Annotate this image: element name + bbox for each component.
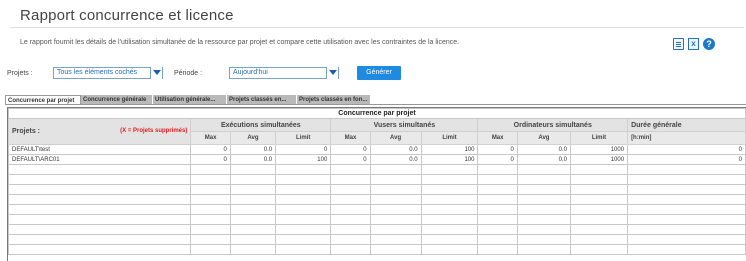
chevron-down-icon[interactable]: [326, 67, 338, 79]
sub-header: Avg: [516, 131, 571, 145]
empty-row: [8, 224, 746, 235]
cell-value: 0: [627, 144, 746, 155]
table-row[interactable]: DEFAULT\test 0 0.0 0 0 0.0 100 0 0.0 100…: [8, 144, 746, 155]
page-title: Rapport concurrence et licence: [20, 7, 234, 24]
cell-value: 0: [330, 154, 371, 165]
table-caption: Concurrence par projet: [8, 108, 746, 119]
sub-header: Limit: [569, 131, 629, 145]
cell-value: 0: [627, 154, 746, 165]
cell-value: 0.0: [369, 144, 422, 155]
deleted-projects-note: (X = Projets supprimés): [120, 128, 188, 134]
toolbar-icons: x ?: [673, 38, 715, 50]
help-icon[interactable]: ?: [703, 38, 715, 50]
cell-value: 0: [477, 154, 518, 165]
project-name: DEFAULT\test: [8, 144, 192, 155]
page-description: Le rapport fournit les détails de l'util…: [20, 39, 460, 46]
export-excel-icon[interactable]: x: [688, 38, 699, 50]
projects-select-value: Tous les éléments cochés: [57, 69, 138, 76]
sub-header: Max: [477, 131, 518, 145]
cell-value: 0: [275, 144, 332, 155]
table-row[interactable]: DEFAULT\ARC01 0 0.0 100 0 0.0 100 0 0.0 …: [8, 154, 746, 165]
group-duration-header: Durée générale: [627, 118, 746, 132]
period-select[interactable]: Aujourd'hui: [229, 67, 339, 79]
cell-value: 0.0: [229, 144, 277, 155]
sub-header: Limit: [420, 131, 479, 145]
cell-value: 0.0: [229, 154, 277, 165]
empty-row: [8, 214, 746, 225]
period-select-value: Aujourd'hui: [233, 69, 268, 76]
duration-sub-header: [h:min]: [627, 131, 746, 145]
cell-value: 0.0: [516, 144, 571, 155]
period-label: Période :: [174, 70, 203, 77]
cell-value: 100: [420, 154, 479, 165]
sub-header: Max: [330, 131, 371, 145]
export-pdf-icon[interactable]: [673, 38, 684, 50]
cell-value: 0: [477, 144, 518, 155]
tab-underline: [5, 104, 746, 105]
sub-header: Avg: [369, 131, 422, 145]
cell-value: 1000: [569, 144, 629, 155]
cell-value: 100: [420, 144, 479, 155]
sub-header: Limit: [275, 131, 332, 145]
group-executions-header: Exécutions simultanées: [190, 118, 332, 132]
generate-button[interactable]: Générer: [357, 66, 401, 80]
projects-label: Projets :: [7, 70, 33, 77]
cell-value: 0.0: [516, 154, 571, 165]
empty-row: [8, 184, 746, 195]
empty-row: [8, 164, 746, 175]
empty-row: [8, 194, 746, 205]
chevron-down-icon[interactable]: [150, 67, 162, 79]
report-grid: Concurrence par projet Projets : (X = Pr…: [7, 107, 746, 261]
empty-row: [8, 244, 746, 255]
projects-column-label: Projets :: [12, 128, 41, 135]
sub-header: Max: [190, 131, 231, 145]
projects-column-header: Projets : (X = Projets supprimés): [8, 118, 192, 145]
project-name: DEFAULT\ARC01: [8, 154, 192, 165]
empty-row: [8, 234, 746, 245]
cell-value: 0: [330, 144, 371, 155]
sub-header: Avg: [229, 131, 277, 145]
projects-select[interactable]: Tous les éléments cochés: [53, 67, 163, 79]
empty-row: [8, 174, 746, 185]
title-divider: [10, 27, 744, 28]
cell-value: 0.0: [369, 154, 422, 165]
concurrency-table: Concurrence par projet Projets : (X = Pr…: [8, 108, 746, 255]
empty-row: [8, 204, 746, 215]
cell-value: 100: [275, 154, 332, 165]
group-vusers-header: Vusers simultanés: [330, 118, 479, 132]
cell-value: 0: [190, 154, 231, 165]
cell-value: 0: [190, 144, 231, 155]
group-computers-header: Ordinateurs simultanés: [477, 118, 629, 132]
cell-value: 1000: [569, 154, 629, 165]
